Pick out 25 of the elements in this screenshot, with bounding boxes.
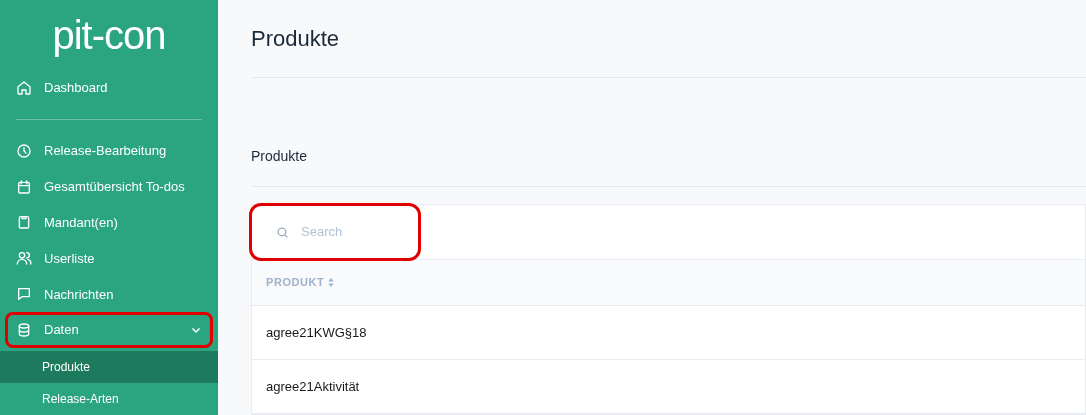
sort-icon [328,278,335,287]
sidebar-item[interactable]: Userliste [0,240,218,277]
users-icon [16,250,32,267]
database-icon [16,322,32,339]
sidebar-item[interactable]: Mandant(en) [0,204,218,241]
search-icon [276,225,289,239]
table-cell-text: agree21KWG§18 [266,323,367,342]
submenu-item[interactable]: Release-Arten [0,383,218,415]
section-title: Produkte [251,147,308,167]
sidebar-item[interactable]: Dashboard [0,69,218,106]
calendar-icon [16,178,32,195]
page-title: Produkte [251,25,340,54]
submenu-item[interactable]: Produkte [0,351,218,384]
table-cell-text: agree21Aktivität [266,377,360,396]
chat-bubble-icon [16,286,32,303]
search-field[interactable]: Search [301,222,401,242]
home-icon [16,79,32,96]
column-header[interactable]: PRODUKT [266,274,335,291]
sidebar-item[interactable]: Daten [5,312,213,349]
sidebar-item[interactable]: Nachrichten [0,276,218,313]
clock-icon [16,142,32,159]
sidebar-item[interactable]: Gesamtübersicht To-dos [0,168,218,205]
logo: pit-con [52,14,166,55]
sidebar-item[interactable]: Release-Bearbeitung [0,132,218,169]
clipboard-icon [16,214,32,231]
